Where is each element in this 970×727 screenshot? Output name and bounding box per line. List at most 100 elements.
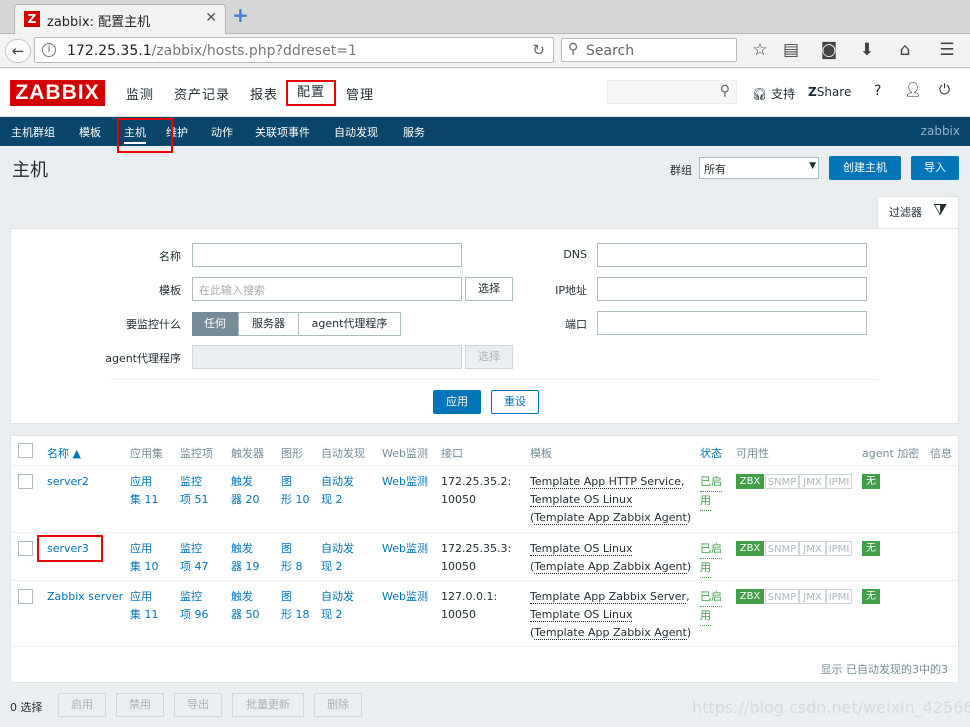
- triggers-line2: 器 19: [231, 560, 260, 573]
- browser-search-input[interactable]: ⚲ Search: [561, 38, 737, 62]
- template-link[interactable]: Template OS Linux: [530, 542, 633, 556]
- filter-name-input[interactable]: [192, 243, 462, 267]
- menu-configuration[interactable]: 配置: [286, 80, 336, 106]
- submenu-templates[interactable]: 模板: [79, 124, 101, 140]
- search-icon[interactable]: ⚲: [720, 83, 730, 99]
- row-checkbox[interactable]: [18, 474, 33, 489]
- home-icon[interactable]: ⌂: [894, 40, 916, 60]
- discovery-link[interactable]: 自动发现 2: [321, 588, 354, 624]
- items-link[interactable]: 监控项 47: [180, 540, 209, 576]
- delete-button[interactable]: 删除: [314, 693, 362, 717]
- template-link[interactable]: Template App Zabbix Agent: [534, 560, 687, 574]
- web-link[interactable]: Web监测: [382, 473, 428, 491]
- host-name-link[interactable]: server2: [47, 473, 89, 491]
- submenu-correlation[interactable]: 关联项事件: [255, 124, 310, 140]
- triggers-link[interactable]: 触发器 19: [231, 540, 260, 576]
- template-link[interactable]: Template OS Linux: [530, 608, 633, 622]
- discovery-link[interactable]: 自动发现 2: [321, 540, 354, 576]
- discovery-link[interactable]: 自动发现 2: [321, 473, 354, 509]
- back-arrow-icon[interactable]: ←: [5, 39, 31, 63]
- support-link[interactable]: 🎧︎ 支持: [752, 85, 795, 102]
- menu-inventory[interactable]: 资产记录: [174, 84, 230, 103]
- applications-link[interactable]: 应用集 11: [130, 588, 159, 624]
- triggers-link[interactable]: 触发器 50: [231, 588, 260, 624]
- menu-reports[interactable]: 报表: [250, 84, 278, 103]
- items-link[interactable]: 监控项 51: [180, 473, 209, 509]
- template-link[interactable]: Template App Zabbix Agent: [534, 511, 687, 525]
- submenu-discovery[interactable]: 自动发现: [334, 124, 378, 140]
- submenu-actions[interactable]: 动作: [211, 124, 233, 140]
- monitored-any[interactable]: 任何: [192, 312, 238, 336]
- zabbix-logo[interactable]: ZABBIX: [10, 80, 105, 106]
- menu-administration[interactable]: 管理: [346, 84, 374, 103]
- hamburger-menu-icon[interactable]: ☰: [936, 40, 958, 60]
- global-search-input[interactable]: ⚲: [607, 80, 737, 104]
- filter-monitored-label: 要监控什么: [126, 318, 181, 331]
- bookmark-star-icon[interactable]: ☆: [749, 40, 771, 60]
- template-select-button[interactable]: 选择: [465, 277, 513, 301]
- applications-link[interactable]: 应用集 11: [130, 473, 159, 509]
- triggers-link[interactable]: 触发器 20: [231, 473, 260, 509]
- encryption-badge: 无: [862, 589, 880, 604]
- select-all-checkbox[interactable]: [18, 443, 33, 458]
- graphs-link[interactable]: 图形 18: [281, 588, 310, 624]
- create-host-button[interactable]: 创建主机: [829, 156, 901, 180]
- filter-tab[interactable]: 过滤器 ⧩: [877, 196, 959, 228]
- triggers-line1: 触发: [231, 590, 253, 603]
- web-link[interactable]: Web监测: [382, 588, 428, 606]
- disable-button[interactable]: 禁用: [116, 693, 164, 717]
- share-link[interactable]: ZShare: [808, 85, 851, 99]
- url-bar[interactable]: i 172.25.35.1/zabbix/hosts.php?ddreset=1…: [34, 37, 554, 63]
- sign-out-icon[interactable]: ⏻: [939, 82, 950, 98]
- share-z-icon: Z: [808, 85, 817, 99]
- template-link[interactable]: Template OS Linux: [530, 493, 633, 507]
- filter-reset-button[interactable]: 重设: [491, 390, 539, 414]
- template-link[interactable]: Template App Zabbix Server: [530, 590, 687, 604]
- filter-apply-button[interactable]: 应用: [433, 390, 481, 414]
- applications-link[interactable]: 应用集 10: [130, 540, 159, 576]
- monitored-server[interactable]: 服务器: [238, 312, 299, 336]
- items-line1: 监控: [180, 590, 202, 603]
- menu-monitoring[interactable]: 监测: [126, 84, 154, 103]
- status-toggle[interactable]: 已启用: [700, 540, 722, 578]
- mass-update-button[interactable]: 批量更新: [232, 693, 304, 717]
- template-link[interactable]: Template App HTTP Service: [530, 475, 681, 489]
- info-icon[interactable]: i: [42, 43, 56, 57]
- col-status[interactable]: 状态: [700, 445, 722, 461]
- import-button[interactable]: 导入: [911, 156, 959, 180]
- graphs-link[interactable]: 图形 10: [281, 473, 310, 509]
- monitored-proxy[interactable]: agent代理程序: [298, 312, 401, 336]
- encryption-badge: 无: [862, 541, 880, 556]
- new-tab-icon[interactable]: +: [232, 4, 254, 26]
- submenu-services[interactable]: 服务: [403, 124, 425, 140]
- download-icon[interactable]: ⬇: [856, 40, 878, 60]
- enable-button[interactable]: 启用: [58, 693, 106, 717]
- host-name-link[interactable]: Zabbix server: [47, 588, 123, 606]
- row-checkbox[interactable]: [18, 589, 33, 604]
- pocket-icon[interactable]: ◙: [818, 40, 840, 60]
- filter-dns-input[interactable]: [597, 243, 867, 267]
- reload-icon[interactable]: ↻: [532, 41, 545, 59]
- submenu-host-groups[interactable]: 主机群组: [11, 124, 55, 140]
- filter-template-input[interactable]: 在此输入搜索: [192, 277, 462, 301]
- web-link[interactable]: Web监测: [382, 540, 428, 558]
- browser-tab[interactable]: Z zabbix: 配置主机 ✕: [14, 4, 226, 34]
- graphs-link[interactable]: 图形 8: [281, 540, 303, 576]
- row-checkbox[interactable]: [18, 541, 33, 556]
- items-link[interactable]: 监控项 96: [180, 588, 209, 624]
- template-link[interactable]: Template App Zabbix Agent: [534, 626, 687, 640]
- status-toggle[interactable]: 已启用: [700, 473, 722, 511]
- close-tab-icon[interactable]: ✕: [205, 10, 217, 26]
- status-toggle[interactable]: 已启用: [700, 588, 722, 626]
- table-row: server3 应用集 10 监控项 47 触发器 19 图形 8 自动发现 2…: [11, 532, 958, 580]
- filter-ip-input[interactable]: [597, 277, 867, 301]
- search-icon: ⚲: [568, 41, 579, 57]
- highlight-box-hosts: [117, 118, 173, 153]
- help-icon[interactable]: ?: [874, 83, 881, 99]
- group-select[interactable]: 所有 ▼: [699, 157, 819, 179]
- filter-port-input[interactable]: [597, 311, 867, 335]
- reading-list-icon[interactable]: ▤: [780, 40, 802, 60]
- user-profile-icon[interactable]: 👤︎: [904, 82, 922, 98]
- export-button[interactable]: 导出: [174, 693, 222, 717]
- col-name[interactable]: 名称 ▲: [47, 445, 81, 461]
